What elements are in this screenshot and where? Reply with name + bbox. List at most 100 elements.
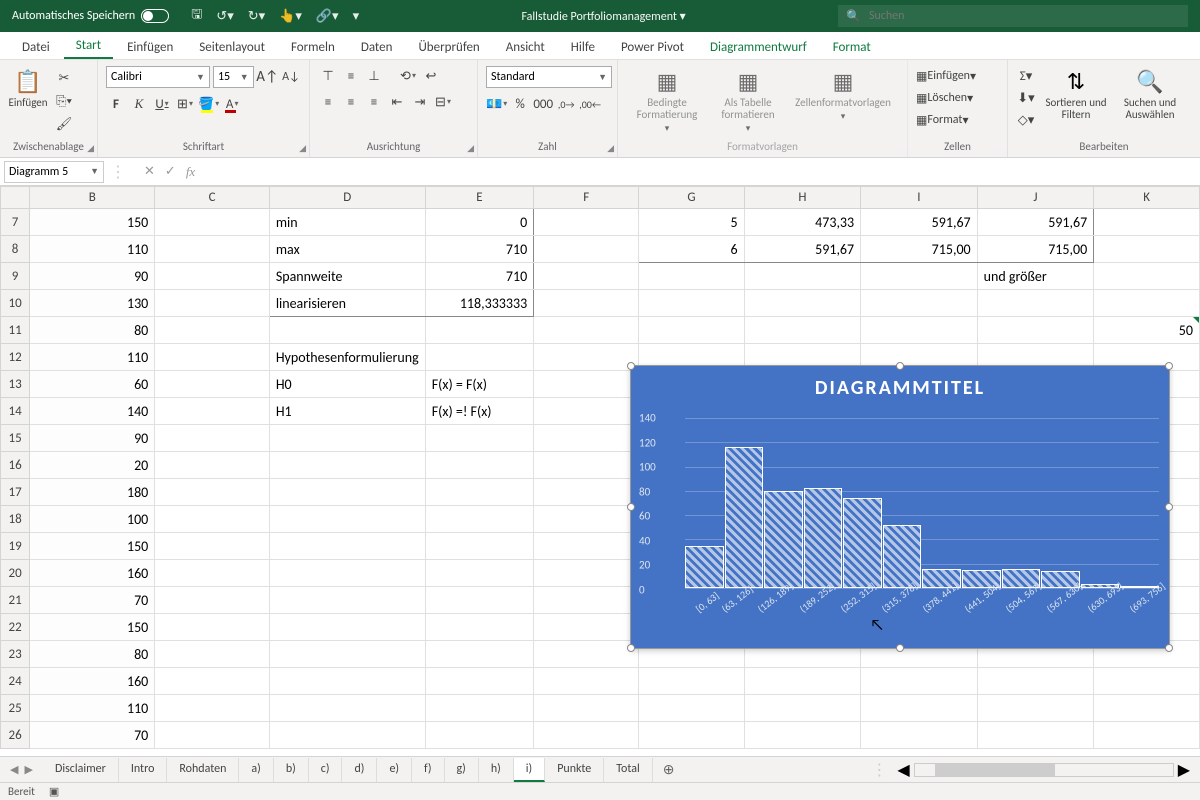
cell-E8[interactable]: 710 <box>425 236 533 263</box>
cell-J9[interactable]: und größer <box>977 263 1094 290</box>
cell-D15[interactable] <box>269 425 425 452</box>
cell-F26[interactable] <box>534 722 639 749</box>
chart-bar[interactable] <box>685 546 724 589</box>
search-input[interactable] <box>869 9 1180 23</box>
row-header[interactable]: 8 <box>1 236 30 263</box>
cell-B17[interactable]: 180 <box>30 479 155 506</box>
cell-F13[interactable] <box>534 371 639 398</box>
touch-mode-icon[interactable]: 👆▾ <box>279 9 302 24</box>
bold-button[interactable]: F <box>106 94 126 114</box>
cell-F9[interactable] <box>534 263 639 290</box>
cell-E26[interactable] <box>425 722 533 749</box>
tab-daten[interactable]: Daten <box>349 34 405 59</box>
accounting-format-icon[interactable]: 💶▾ <box>486 94 507 114</box>
align-right-icon[interactable]: ≡ <box>364 92 384 112</box>
increase-font-icon[interactable]: A↑ <box>257 67 278 87</box>
cell-B12[interactable]: 110 <box>30 344 155 371</box>
cell-B23[interactable]: 80 <box>30 641 155 668</box>
cell-E22[interactable] <box>425 614 533 641</box>
cell-B22[interactable]: 150 <box>30 614 155 641</box>
cell-H8[interactable]: 591,67 <box>744 236 861 263</box>
chart-bar[interactable] <box>725 447 764 588</box>
chart-bar[interactable] <box>764 491 803 588</box>
sheet-tab-i[interactable]: i) <box>514 758 545 782</box>
cell-K25[interactable] <box>1094 695 1200 722</box>
sheet-nav-prev-icon[interactable]: ◀ <box>10 763 18 776</box>
clear-icon[interactable]: ◇▾ <box>1016 110 1036 130</box>
cell-H9[interactable] <box>744 263 861 290</box>
tab-überprüfen[interactable]: Überprüfen <box>406 34 491 59</box>
find-select-button[interactable]: 🔍Suchen und Auswählen <box>1116 64 1184 121</box>
cell-E12[interactable] <box>425 344 533 371</box>
cell-F22[interactable] <box>534 614 639 641</box>
cell-B16[interactable]: 20 <box>30 452 155 479</box>
cell-C12[interactable] <box>155 344 270 371</box>
cell-D8[interactable]: max <box>269 236 425 263</box>
cell-D17[interactable] <box>269 479 425 506</box>
cell-C10[interactable] <box>155 290 270 317</box>
cell-G25[interactable] <box>639 695 744 722</box>
sheet-tab-disclaimer[interactable]: Disclaimer <box>43 758 119 782</box>
tab-start[interactable]: Start <box>64 32 113 59</box>
cell-K7[interactable] <box>1094 209 1200 236</box>
cell-F14[interactable] <box>534 398 639 425</box>
row-header[interactable]: 15 <box>1 425 30 452</box>
fill-icon[interactable]: ⬇▾ <box>1016 88 1036 108</box>
underline-button[interactable]: U▾ <box>152 94 172 114</box>
chart-bar[interactable] <box>804 488 843 588</box>
cell-H11[interactable] <box>744 317 861 344</box>
cell-C9[interactable] <box>155 263 270 290</box>
conditional-formatting-button[interactable]: ▦Bedingte Formatierung▾ <box>626 64 708 134</box>
cell-C15[interactable] <box>155 425 270 452</box>
cell-I9[interactable] <box>861 263 978 290</box>
cell-D18[interactable] <box>269 506 425 533</box>
italic-button[interactable]: K <box>129 94 149 114</box>
cell-E16[interactable] <box>425 452 533 479</box>
cell-C23[interactable] <box>155 641 270 668</box>
number-format-select[interactable]: Standard▼ <box>486 66 612 88</box>
toggle-off-icon[interactable] <box>141 9 169 23</box>
row-header[interactable]: 16 <box>1 452 30 479</box>
cell-D21[interactable] <box>269 587 425 614</box>
cell-I10[interactable] <box>861 290 978 317</box>
cell-D9[interactable]: Spannweite <box>269 263 425 290</box>
cell-E7[interactable]: 0 <box>425 209 533 236</box>
redo-icon[interactable]: ↻▾ <box>248 9 265 24</box>
cell-styles-button[interactable]: ▦Zellenformatvorlagen▾ <box>788 64 898 122</box>
cell-B10[interactable]: 130 <box>30 290 155 317</box>
cell-G11[interactable] <box>639 317 744 344</box>
cell-J7[interactable]: 591,67 <box>977 209 1094 236</box>
font-color-button[interactable]: A▾ <box>222 94 242 114</box>
row-header[interactable]: 10 <box>1 290 30 317</box>
cell-E15[interactable] <box>425 425 533 452</box>
cell-E10[interactable]: 118,333333 <box>425 290 533 317</box>
font-size-select[interactable]: 15▼ <box>213 66 254 88</box>
decrease-indent-icon[interactable]: ⇤ <box>387 92 407 112</box>
cell-C24[interactable] <box>155 668 270 695</box>
percent-format-icon[interactable]: % <box>510 94 530 114</box>
cell-F16[interactable] <box>534 452 639 479</box>
fx-icon[interactable]: fx <box>186 164 195 180</box>
sheet-tab-d[interactable]: d) <box>342 758 377 782</box>
sheet-tab-c[interactable]: c) <box>309 758 343 782</box>
cell-G9[interactable] <box>639 263 744 290</box>
cell-J26[interactable] <box>977 722 1094 749</box>
autosave-toggle[interactable]: Automatisches Speichern <box>0 9 181 23</box>
align-bottom-icon[interactable]: ⊥ <box>364 66 384 86</box>
row-header[interactable]: 26 <box>1 722 30 749</box>
cell-B15[interactable]: 90 <box>30 425 155 452</box>
row-header[interactable]: 24 <box>1 668 30 695</box>
row-header[interactable]: 22 <box>1 614 30 641</box>
tab-formeln[interactable]: Formeln <box>279 34 347 59</box>
delete-cells-button[interactable]: ▦ Löschen ▾ <box>916 88 999 108</box>
chart-bar[interactable] <box>843 498 882 588</box>
align-center-icon[interactable]: ≡ <box>341 92 361 112</box>
cell-B25[interactable]: 110 <box>30 695 155 722</box>
cell-D24[interactable] <box>269 668 425 695</box>
cell-F17[interactable] <box>534 479 639 506</box>
insert-cells-button[interactable]: ▦ Einfügen ▾ <box>916 66 999 86</box>
cell-H24[interactable] <box>744 668 861 695</box>
cell-D16[interactable] <box>269 452 425 479</box>
cell-E24[interactable] <box>425 668 533 695</box>
cell-F24[interactable] <box>534 668 639 695</box>
